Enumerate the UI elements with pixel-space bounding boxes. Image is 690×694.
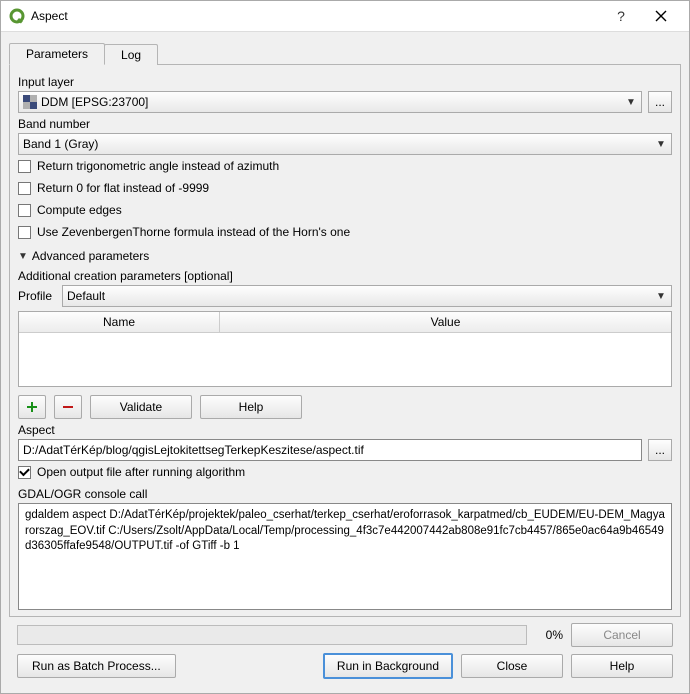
help-params-button[interactable]: Help — [200, 395, 302, 419]
zero-label: Return 0 for flat instead of -9999 — [37, 181, 209, 195]
edges-checkbox[interactable]: Compute edges — [18, 203, 672, 217]
trig-label: Return trigonometric angle instead of az… — [37, 159, 279, 173]
advanced-label: Advanced parameters — [32, 249, 149, 263]
add-row-button[interactable] — [18, 395, 46, 419]
band-number-label: Band number — [18, 117, 672, 131]
console-label: GDAL/OGR console call — [18, 487, 672, 501]
triangle-down-icon: ▼ — [18, 251, 28, 262]
edges-label: Compute edges — [37, 203, 122, 217]
aspect-browse-button[interactable]: ... — [648, 439, 672, 461]
input-layer-browse-button[interactable]: ... — [648, 91, 672, 113]
aspect-output-field[interactable] — [18, 439, 642, 461]
profile-label: Profile — [18, 289, 52, 303]
table-header-name: Name — [19, 312, 220, 332]
input-layer-combo[interactable]: DDM [EPSG:23700] ▼ — [18, 91, 642, 113]
run-batch-button[interactable]: Run as Batch Process... — [17, 654, 176, 678]
profile-value: Default — [67, 289, 655, 303]
console-output: gdaldem aspect D:/AdatTérKép/projektek/p… — [18, 503, 672, 610]
app-icon — [9, 8, 25, 24]
input-layer-value: DDM [EPSG:23700] — [41, 95, 625, 109]
close-button[interactable]: Close — [461, 654, 563, 678]
help-titlebar-button[interactable]: ? — [601, 2, 641, 30]
trig-checkbox[interactable]: Return trigonometric angle instead of az… — [18, 159, 672, 173]
progress-bar — [17, 625, 527, 645]
titlebar: Aspect ? — [1, 1, 689, 32]
chevron-down-icon: ▼ — [625, 97, 637, 108]
advanced-disclosure[interactable]: ▼ Advanced parameters — [18, 249, 672, 263]
open-output-checkbox[interactable]: Open output file after running algorithm — [18, 465, 672, 479]
parameters-panel: Input layer DDM [EPSG:23700] ▼ ... Band … — [9, 64, 681, 617]
close-titlebar-button[interactable] — [641, 2, 681, 30]
aspect-output-label: Aspect — [18, 423, 672, 437]
tab-bar: Parameters Log — [9, 40, 681, 64]
window-title: Aspect — [31, 9, 601, 23]
progress-percent: 0% — [535, 628, 563, 642]
zeven-label: Use ZevenbergenThorne formula instead of… — [37, 225, 350, 239]
open-output-label: Open output file after running algorithm — [37, 465, 245, 479]
tab-log[interactable]: Log — [104, 44, 158, 65]
validate-button[interactable]: Validate — [90, 395, 192, 419]
cancel-button: Cancel — [571, 623, 673, 647]
chevron-down-icon: ▼ — [655, 139, 667, 150]
zero-checkbox[interactable]: Return 0 for flat instead of -9999 — [18, 181, 672, 195]
input-layer-label: Input layer — [18, 75, 672, 89]
band-number-combo[interactable]: Band 1 (Gray) ▼ — [18, 133, 672, 155]
raster-layer-icon — [23, 95, 37, 109]
zeven-checkbox[interactable]: Use ZevenbergenThorne formula instead of… — [18, 225, 672, 239]
additional-params-label: Additional creation parameters [optional… — [18, 269, 672, 283]
band-number-value: Band 1 (Gray) — [23, 137, 655, 151]
table-header-value: Value — [220, 312, 671, 332]
remove-row-button[interactable] — [54, 395, 82, 419]
chevron-down-icon: ▼ — [655, 291, 667, 302]
help-button[interactable]: Help — [571, 654, 673, 678]
profile-combo[interactable]: Default ▼ — [62, 285, 672, 307]
params-table[interactable]: Name Value — [18, 311, 672, 387]
tab-parameters[interactable]: Parameters — [9, 43, 105, 65]
run-background-button[interactable]: Run in Background — [323, 653, 453, 679]
